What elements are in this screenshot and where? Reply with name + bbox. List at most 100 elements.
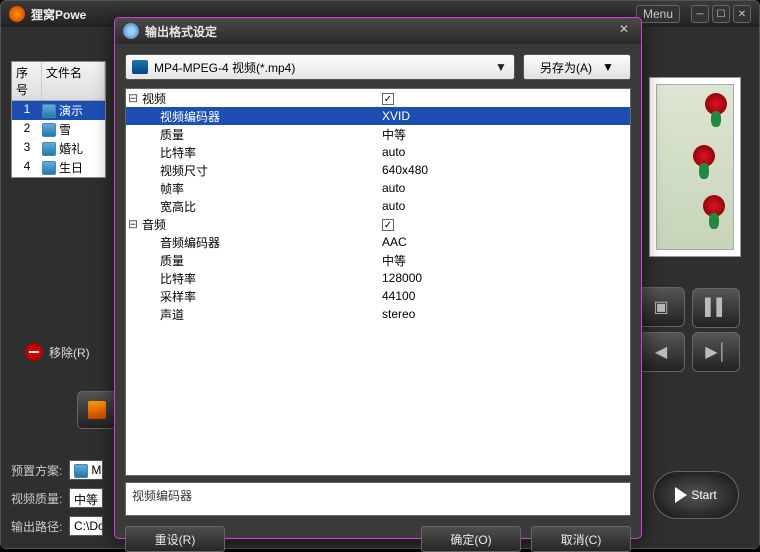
- file-row-name: 演示: [42, 102, 105, 119]
- collapse-icon[interactable]: ⊟: [126, 91, 140, 105]
- output-format-dialog: 输出格式设定 ✕ MP4-MPEG-4 视频(*.mp4) ▼ 另存为(A)▼ …: [114, 17, 642, 539]
- prop-key: 比特率: [140, 144, 378, 161]
- prop-row[interactable]: 采样率44100: [126, 287, 630, 305]
- file-row-name: 雪: [42, 121, 105, 138]
- file-row-name: 婚礼: [42, 140, 105, 157]
- file-row[interactable]: 4生日: [12, 158, 105, 177]
- close-button[interactable]: ✕: [733, 5, 751, 23]
- minimize-button[interactable]: ─: [691, 5, 709, 23]
- remove-button[interactable]: 移除(R): [25, 343, 90, 361]
- prop-row[interactable]: 比特率auto: [126, 143, 630, 161]
- decor-rose: [703, 195, 725, 217]
- prop-key: 声道: [140, 306, 378, 323]
- save-as-button[interactable]: 另存为(A)▼: [523, 54, 631, 80]
- prop-row[interactable]: 声道stereo: [126, 305, 630, 323]
- preview-pane: [649, 77, 741, 257]
- preset-value[interactable]: M: [69, 460, 103, 480]
- file-row[interactable]: 2雪: [12, 120, 105, 139]
- file-row[interactable]: 1演示: [12, 101, 105, 120]
- bottom-fields: 预置方案: M 视频质量: 中等 输出路径: C:\Doc: [11, 452, 103, 536]
- quality-label: 视频质量:: [11, 490, 69, 507]
- prop-key: 帧率: [140, 180, 378, 197]
- prop-key: 质量: [140, 126, 378, 143]
- remove-icon: [25, 343, 43, 361]
- prop-row[interactable]: 质量中等: [126, 125, 630, 143]
- convert-mode-button[interactable]: [77, 391, 117, 429]
- prop-value[interactable]: 640x480: [378, 163, 630, 177]
- preset-label: 预置方案:: [11, 462, 69, 479]
- cancel-button[interactable]: 取消(C): [531, 526, 631, 552]
- col-num-header[interactable]: 序号: [12, 62, 42, 100]
- reset-button[interactable]: 重设(R): [125, 526, 225, 552]
- maximize-button[interactable]: ☐: [712, 5, 730, 23]
- film-icon: [88, 401, 106, 419]
- gear-icon: [123, 23, 139, 39]
- play-button[interactable]: ▣: [637, 287, 685, 327]
- properties-grid[interactable]: ⊟视频✓视频编码器XVID质量中等比特率auto视频尺寸640x480帧率aut…: [125, 88, 631, 476]
- next-button[interactable]: ▶│: [692, 332, 740, 372]
- file-icon: [42, 123, 56, 137]
- prop-group-label: 视频: [140, 90, 378, 107]
- prop-row[interactable]: 音频编码器AAC: [126, 233, 630, 251]
- playback-controls: ▣ ▌▌ ◀ ▶│: [635, 285, 745, 374]
- format-select[interactable]: MP4-MPEG-4 视频(*.mp4) ▼: [125, 54, 515, 80]
- file-row-num: 3: [12, 140, 42, 157]
- prop-key: 质量: [140, 252, 378, 269]
- chevron-down-icon: ▼: [494, 60, 508, 74]
- prop-value[interactable]: 44100: [378, 289, 630, 303]
- quality-value[interactable]: 中等: [69, 488, 103, 508]
- collapse-icon[interactable]: ⊟: [126, 217, 140, 231]
- prop-row[interactable]: 比特率128000: [126, 269, 630, 287]
- file-row-num: 2: [12, 121, 42, 138]
- prop-key: 比特率: [140, 270, 378, 287]
- prev-button[interactable]: ◀: [637, 332, 685, 372]
- prop-row[interactable]: 视频尺寸640x480: [126, 161, 630, 179]
- prop-row[interactable]: 宽高比auto: [126, 197, 630, 215]
- prop-key: 音频编码器: [140, 234, 378, 251]
- dialog-titlebar[interactable]: 输出格式设定 ✕: [115, 18, 641, 44]
- prop-group-header[interactable]: ⊟视频✓: [126, 89, 630, 107]
- prop-group-header[interactable]: ⊟音频✓: [126, 215, 630, 233]
- file-row-num: 4: [12, 159, 42, 176]
- menu-button[interactable]: Menu: [636, 5, 680, 23]
- file-row-num: 1: [12, 102, 42, 119]
- app-icon: [9, 6, 25, 22]
- dialog-close-button[interactable]: ✕: [615, 22, 633, 40]
- prop-row[interactable]: 质量中等: [126, 251, 630, 269]
- prop-value[interactable]: auto: [378, 199, 630, 213]
- prop-row[interactable]: 视频编码器XVID: [126, 107, 630, 125]
- prop-value[interactable]: 中等: [378, 252, 630, 269]
- format-value: MP4-MPEG-4 视频(*.mp4): [154, 59, 494, 76]
- prop-value[interactable]: XVID: [378, 109, 630, 123]
- output-label: 输出路径:: [11, 518, 69, 535]
- prop-value[interactable]: AAC: [378, 235, 630, 249]
- preview-image: [656, 84, 734, 250]
- prop-group-check[interactable]: ✓: [378, 217, 630, 232]
- start-button[interactable]: Start: [653, 471, 739, 519]
- col-name-header[interactable]: 文件名: [42, 62, 105, 100]
- file-icon: [42, 161, 56, 175]
- prop-key: 宽高比: [140, 198, 378, 215]
- output-value[interactable]: C:\Doc: [69, 516, 103, 536]
- chevron-down-icon: ▼: [602, 60, 614, 74]
- prop-value[interactable]: auto: [378, 145, 630, 159]
- prop-key: 视频尺寸: [140, 162, 378, 179]
- ok-button[interactable]: 确定(O): [421, 526, 521, 552]
- prop-value[interactable]: stereo: [378, 307, 630, 321]
- prop-group-label: 音频: [140, 216, 378, 233]
- prop-value[interactable]: auto: [378, 181, 630, 195]
- prop-row[interactable]: 帧率auto: [126, 179, 630, 197]
- file-row[interactable]: 3婚礼: [12, 139, 105, 158]
- remove-label: 移除(R): [49, 344, 90, 361]
- prop-key: 采样率: [140, 288, 378, 305]
- dialog-body: MP4-MPEG-4 视频(*.mp4) ▼ 另存为(A)▼ ⊟视频✓视频编码器…: [115, 44, 641, 538]
- file-row-name: 生日: [42, 159, 105, 176]
- prop-value[interactable]: 中等: [378, 126, 630, 143]
- file-icon: [42, 142, 56, 156]
- prop-value[interactable]: 128000: [378, 271, 630, 285]
- file-icon: [42, 104, 56, 118]
- prop-group-check[interactable]: ✓: [378, 91, 630, 106]
- file-list-header: 序号 文件名: [12, 62, 105, 101]
- description-box: 视频编码器: [125, 482, 631, 516]
- stop-button[interactable]: ▌▌: [692, 288, 740, 328]
